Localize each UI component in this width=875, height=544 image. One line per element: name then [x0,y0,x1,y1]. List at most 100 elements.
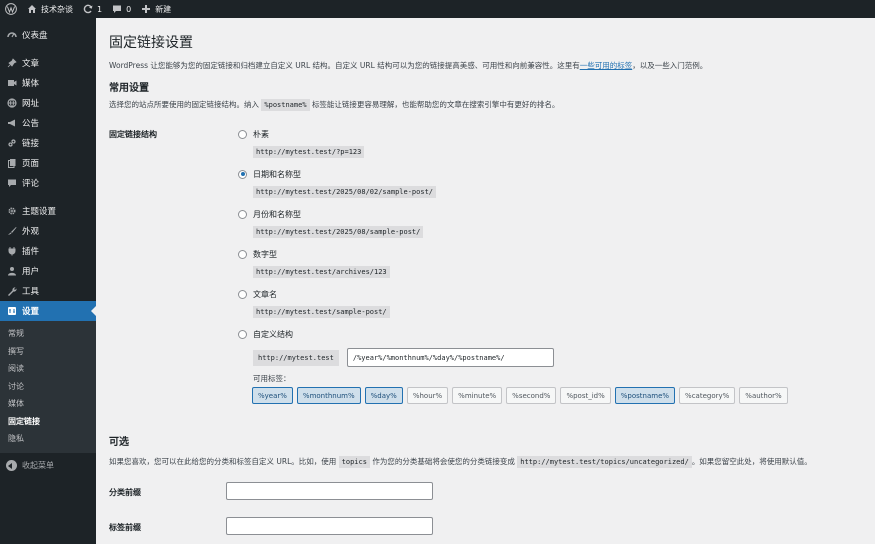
comment-icon [112,4,122,14]
common-desc-pre: 选择您的站点所要使用的固定链接结构。纳入 [109,100,259,109]
tag-button-author[interactable]: %author% [739,387,788,404]
radio-day-name[interactable] [238,169,247,179]
site-name-link[interactable]: 技术杂谈 [22,0,78,18]
tag-button-year[interactable]: %year% [252,387,293,404]
tag-button-second[interactable]: %second% [506,387,557,404]
radio-plain[interactable] [238,129,247,139]
common-settings-heading: 常用设置 [109,83,149,94]
menu-item-dashboard[interactable]: 仪表盘 [0,25,96,45]
wrench-icon [6,286,17,297]
collapse-menu-button[interactable]: 收起菜单 [0,456,96,476]
admin-sidebar: 仪表盘 文章 媒体 网址 公告 链接 页面 评论 主题设置 外观 插件 用户 工… [0,18,96,544]
updates-link[interactable]: 1 [78,0,107,18]
tag-button-monthnum[interactable]: %monthnum% [296,387,361,404]
admin-bar: 技术杂谈 1 0 新建 [0,0,875,18]
option-post-name: 文章名 http://mytest.test/sample-post/ [238,288,738,318]
tag-button-minute[interactable]: %minute% [452,387,503,404]
site-name: 技术杂谈 [41,4,73,14]
link-icon [6,138,17,149]
custom-structure-line: http://mytest.test /%year%/%monthnum%/%d… [253,348,554,367]
tag-button-post-id[interactable]: %post_id% [560,387,611,404]
menu-label: 页面 [22,159,40,169]
custom-structure-input[interactable]: /%year%/%monthnum%/%day%/%postname%/ [346,348,554,367]
submenu-item-discussion[interactable]: 讨论 [0,378,96,396]
tag-base-label: 标签前缀 [109,523,141,532]
menu-label: 评论 [22,179,40,189]
gear-icon [6,206,17,217]
submenu-item-media[interactable]: 媒体 [0,395,96,413]
main-content: 固定链接设置 WordPress 让您能够为您的固定链接和归档建立自定义 URL… [96,18,875,544]
menu-label: 网址 [22,99,40,109]
option-sample: http://mytest.test/sample-post/ [253,306,390,318]
globe-icon [6,98,17,109]
menu-item-links[interactable]: 链接 [0,133,96,153]
home-icon [27,4,37,14]
submenu-item-privacy[interactable]: 隐私 [0,430,96,448]
new-content-link[interactable]: 新建 [136,0,176,18]
available-tags: %year% %monthnum% %day% %hour% %minute% … [252,387,792,404]
menu-item-pages[interactable]: 页面 [0,153,96,173]
option-label: 日期和名称型 [253,169,301,179]
radio-month-name[interactable] [238,209,247,219]
page-icon [6,158,17,169]
submenu-item-reading[interactable]: 阅读 [0,360,96,378]
menu-item-posts[interactable]: 文章 [0,53,96,73]
radio-numeric[interactable] [238,249,247,259]
tag-base-input[interactable] [226,517,433,535]
submenu-item-writing[interactable]: 撰写 [0,343,96,361]
menu-label: 用户 [22,267,40,277]
radio-custom[interactable] [238,329,247,339]
media-icon [6,78,17,89]
submenu-item-general[interactable]: 常规 [0,325,96,343]
common-desc-post: 标签能让链接更容易理解，也能帮助您的文章在搜索引擎中有更好的排名。 [311,100,560,109]
menu-label: 文章 [22,59,40,69]
common-settings-description: 选择您的站点所要使用的固定链接结构。纳入 %postname% 标签能让链接更容… [109,99,875,111]
brush-icon [6,226,17,237]
menu-item-sites[interactable]: 网址 [0,93,96,113]
option-label: 数字型 [253,249,277,259]
update-icon [83,4,93,14]
optional-desc-a: 如果您喜欢，您可以在此给您的分类和标签自定义 URL。比如，使用 [109,457,337,466]
menu-item-plugins[interactable]: 插件 [0,241,96,261]
menu-label: 设置 [22,307,40,317]
menu-item-media[interactable]: 媒体 [0,73,96,93]
settings-submenu: 常规 撰写 阅读 讨论 媒体 固定链接 隐私 [0,321,96,453]
menu-item-comments[interactable]: 评论 [0,173,96,193]
option-plain: 朴素 http://mytest.test/?p=123 [238,128,738,158]
menu-label: 公告 [22,119,40,129]
comment-icon [6,178,17,189]
tag-button-postname[interactable]: %postname% [614,387,676,404]
menu-label: 主题设置 [22,207,57,217]
menu-label: 工具 [22,287,40,297]
tag-button-day[interactable]: %day% [364,387,403,404]
tag-button-hour[interactable]: %hour% [406,387,449,404]
menu-label: 外观 [22,227,40,237]
menu-item-tools[interactable]: 工具 [0,281,96,301]
menu-item-settings[interactable]: 设置 [0,301,96,321]
submenu-item-permalinks[interactable]: 固定链接 [0,413,96,431]
intro-text-tail: ，以及一些入门范例。 [632,61,708,70]
intro-text-main: WordPress 让您能够为您的固定链接和归档建立自定义 URL 结构。自定义… [109,61,580,70]
comments-link[interactable]: 0 [107,0,136,18]
radio-post-name[interactable] [238,289,247,299]
option-label: 朴素 [253,129,269,139]
category-base-input[interactable] [226,482,433,500]
menu-item-theme-settings[interactable]: 主题设置 [0,201,96,221]
available-tags-link[interactable]: 一些可用的标签 [580,61,633,70]
collapse-icon [6,460,17,471]
wordpress-logo-icon[interactable] [0,0,22,18]
menu-item-notices[interactable]: 公告 [0,113,96,133]
example-url-code: http://mytest.test/topics/uncategorized/ [517,456,692,468]
postname-code: %postname% [261,99,310,111]
tag-button-category[interactable]: %category% [679,387,736,404]
menu-item-users[interactable]: 用户 [0,261,96,281]
optional-description: 如果您喜欢，您可以在此给您的分类和标签自定义 URL。比如，使用 topics … [109,456,869,468]
option-month-name: 月份和名称型 http://mytest.test/2025/08/sample… [238,208,738,238]
plus-icon [141,4,151,14]
updates-count: 1 [97,4,103,14]
menu-item-appearance[interactable]: 外观 [0,221,96,241]
new-label: 新建 [155,4,172,14]
optional-heading: 可选 [109,437,129,448]
custom-prefix: http://mytest.test [253,349,339,366]
topics-code: topics [338,456,370,468]
